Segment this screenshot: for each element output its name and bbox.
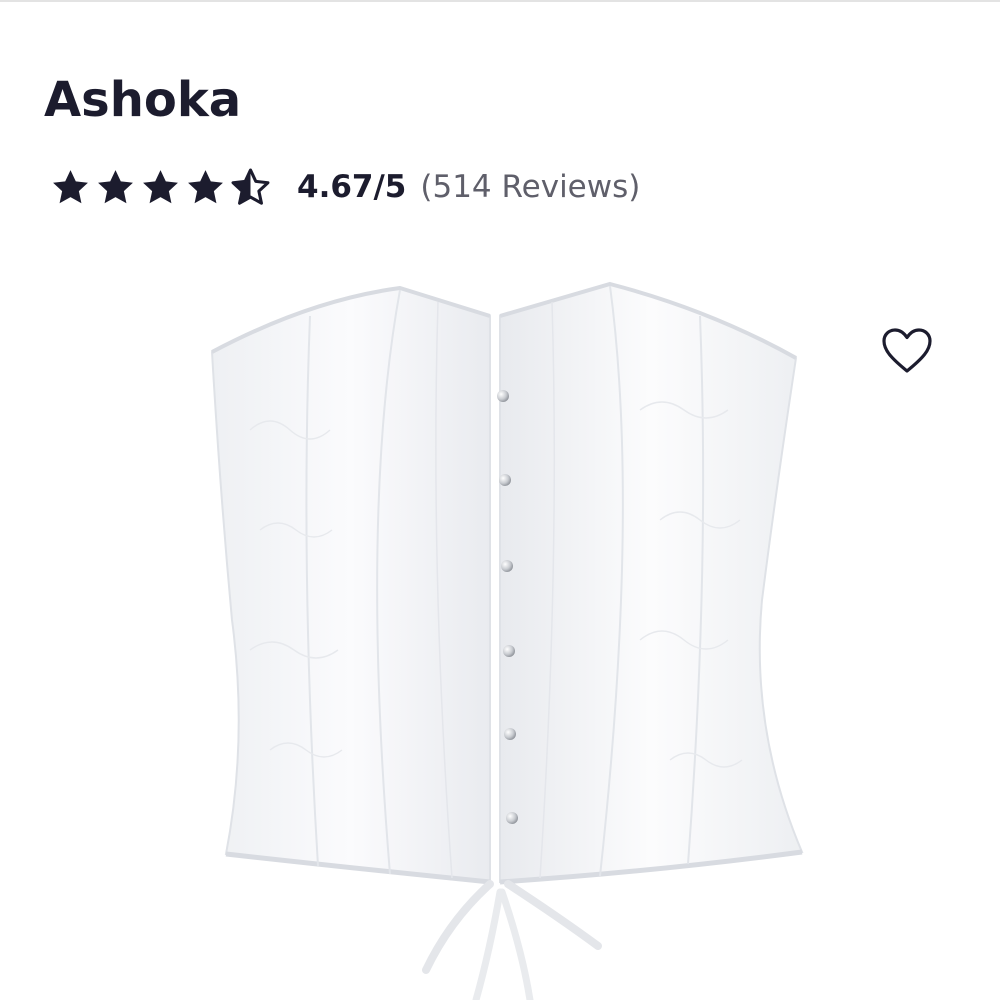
- wishlist-button[interactable]: [878, 322, 936, 380]
- rating-summary[interactable]: 4.67/5 (514 Reviews): [50, 165, 640, 209]
- heart-outline-icon: [882, 328, 932, 373]
- top-divider: [0, 0, 1000, 2]
- product-title: Ashoka: [44, 72, 242, 128]
- rating-value: 4.67/5: [297, 169, 407, 205]
- product-image[interactable]: [190, 270, 830, 1000]
- review-count-link[interactable]: (514 Reviews): [420, 169, 640, 205]
- star-full-icon: [98, 169, 133, 203]
- star-full-icon: [188, 169, 223, 203]
- star-half-icon: [231, 168, 270, 205]
- star-full-icon: [53, 169, 88, 203]
- star-full-icon: [143, 169, 178, 203]
- star-rating: [50, 167, 271, 208]
